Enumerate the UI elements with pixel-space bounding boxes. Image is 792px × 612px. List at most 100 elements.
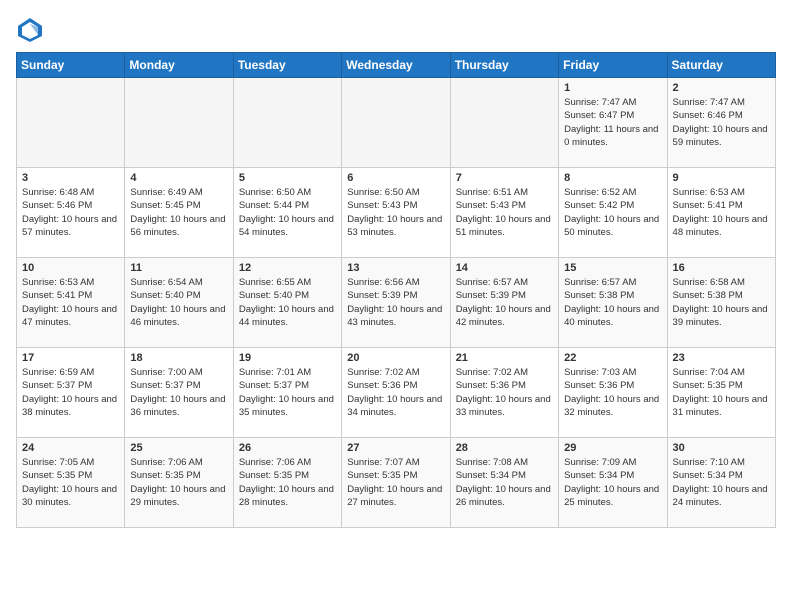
day-number: 28 — [456, 442, 553, 454]
day-number: 5 — [239, 172, 336, 184]
weekday-header-wednesday: Wednesday — [342, 53, 450, 78]
day-cell: 28Sunrise: 7:08 AM Sunset: 5:34 PM Dayli… — [450, 438, 558, 528]
day-info: Sunrise: 7:02 AM Sunset: 5:36 PM Dayligh… — [347, 366, 444, 419]
weekday-header-sunday: Sunday — [17, 53, 125, 78]
day-number: 25 — [130, 442, 227, 454]
day-cell: 20 Sunrise: 7:02 AM Sunset: 5:36 PM Dayli… — [342, 348, 450, 438]
day-info: Sunrise: 6:57 AM Sunset: 5:38 PM Dayligh… — [564, 276, 661, 329]
day-cell — [342, 78, 450, 168]
day-cell: 12Sunrise: 6:55 AM Sunset: 5:40 PM Dayli… — [233, 258, 341, 348]
day-info: Sunrise: 7:07 AM Sunset: 5:35 PM Dayligh… — [347, 456, 444, 509]
day-number: 4 — [130, 172, 227, 184]
day-number: 13 — [347, 262, 444, 274]
day-number: 6 — [347, 172, 444, 184]
weekday-header-friday: Friday — [559, 53, 667, 78]
day-info: Sunrise: 6:48 AM Sunset: 5:46 PM Dayligh… — [22, 186, 119, 239]
day-cell: 3 Sunrise: 6:48 AM Sunset: 5:46 PM Daylig… — [17, 168, 125, 258]
day-number: 10 — [22, 262, 119, 274]
day-cell: 19 Sunrise: 7:01 AM Sunset: 5:37 PM Dayli… — [233, 348, 341, 438]
day-cell — [17, 78, 125, 168]
week-row-4: 17 Sunrise: 6:59 AM Sunset: 5:37 PM Dayli… — [17, 348, 776, 438]
page-header — [16, 16, 776, 44]
logo-icon — [16, 16, 44, 44]
day-number: 24 — [22, 442, 119, 454]
day-info: Sunrise: 6:54 AM Sunset: 5:40 PM Dayligh… — [130, 276, 227, 329]
day-info: Sunrise: 7:02 AM Sunset: 5:36 PM Dayligh… — [456, 366, 553, 419]
day-number: 22 — [564, 352, 661, 364]
day-info: Sunrise: 6:56 AM Sunset: 5:39 PM Dayligh… — [347, 276, 444, 329]
day-cell: 15 Sunrise: 6:57 AM Sunset: 5:38 PM Dayli… — [559, 258, 667, 348]
day-number: 7 — [456, 172, 553, 184]
day-info: Sunrise: 7:47 AM Sunset: 6:47 PM Dayligh… — [564, 96, 661, 149]
day-info: Sunrise: 6:51 AM Sunset: 5:43 PM Dayligh… — [456, 186, 553, 239]
day-number: 14 — [456, 262, 553, 274]
weekday-header-saturday: Saturday — [667, 53, 775, 78]
day-info: Sunrise: 7:05 AM Sunset: 5:35 PM Dayligh… — [22, 456, 119, 509]
day-info: Sunrise: 7:06 AM Sunset: 5:35 PM Dayligh… — [239, 456, 336, 509]
day-number: 3 — [22, 172, 119, 184]
day-number: 18 — [130, 352, 227, 364]
day-cell: 9Sunrise: 6:53 AM Sunset: 5:41 PM Daylig… — [667, 168, 775, 258]
day-info: Sunrise: 6:53 AM Sunset: 5:41 PM Dayligh… — [673, 186, 770, 239]
day-info: Sunrise: 6:58 AM Sunset: 5:38 PM Dayligh… — [673, 276, 770, 329]
day-info: Sunrise: 6:53 AM Sunset: 5:41 PM Dayligh… — [22, 276, 119, 329]
week-row-2: 3 Sunrise: 6:48 AM Sunset: 5:46 PM Daylig… — [17, 168, 776, 258]
day-cell — [450, 78, 558, 168]
day-cell: 1 Sunrise: 7:47 AM Sunset: 6:47 PM Daylig… — [559, 78, 667, 168]
day-info: Sunrise: 6:52 AM Sunset: 5:42 PM Dayligh… — [564, 186, 661, 239]
day-info: Sunrise: 7:47 AM Sunset: 6:46 PM Dayligh… — [673, 96, 770, 149]
day-info: Sunrise: 7:09 AM Sunset: 5:34 PM Dayligh… — [564, 456, 661, 509]
day-number: 21 — [456, 352, 553, 364]
day-cell: 25 Sunrise: 7:06 AM Sunset: 5:35 PM Dayli… — [125, 438, 233, 528]
week-row-1: 1 Sunrise: 7:47 AM Sunset: 6:47 PM Daylig… — [17, 78, 776, 168]
day-number: 2 — [673, 82, 770, 94]
day-cell: 6Sunrise: 6:50 AM Sunset: 5:43 PM Daylig… — [342, 168, 450, 258]
day-cell: 10 Sunrise: 6:53 AM Sunset: 5:41 PM Dayli… — [17, 258, 125, 348]
weekday-header-thursday: Thursday — [450, 53, 558, 78]
day-number: 8 — [564, 172, 661, 184]
day-number: 15 — [564, 262, 661, 274]
week-row-5: 24 Sunrise: 7:05 AM Sunset: 5:35 PM Dayli… — [17, 438, 776, 528]
logo — [16, 16, 48, 44]
day-number: 16 — [673, 262, 770, 274]
weekday-header-monday: Monday — [125, 53, 233, 78]
day-cell: 30Sunrise: 7:10 AM Sunset: 5:34 PM Dayli… — [667, 438, 775, 528]
day-cell — [233, 78, 341, 168]
day-cell: 26 Sunrise: 7:06 AM Sunset: 5:35 PM Dayli… — [233, 438, 341, 528]
day-info: Sunrise: 7:06 AM Sunset: 5:35 PM Dayligh… — [130, 456, 227, 509]
day-number: 26 — [239, 442, 336, 454]
day-info: Sunrise: 7:01 AM Sunset: 5:37 PM Dayligh… — [239, 366, 336, 419]
day-info: Sunrise: 6:50 AM Sunset: 5:44 PM Dayligh… — [239, 186, 336, 239]
day-cell — [125, 78, 233, 168]
day-cell: 14 Sunrise: 6:57 AM Sunset: 5:39 PM Dayli… — [450, 258, 558, 348]
day-cell: 18 Sunrise: 7:00 AM Sunset: 5:37 PM Dayli… — [125, 348, 233, 438]
day-cell: 22 Sunrise: 7:03 AM Sunset: 5:36 PM Dayli… — [559, 348, 667, 438]
day-info: Sunrise: 6:55 AM Sunset: 5:40 PM Dayligh… — [239, 276, 336, 329]
day-info: Sunrise: 6:57 AM Sunset: 5:39 PM Dayligh… — [456, 276, 553, 329]
day-number: 11 — [130, 262, 227, 274]
day-number: 19 — [239, 352, 336, 364]
calendar-table: SundayMondayTuesdayWednesdayThursdayFrid… — [16, 52, 776, 528]
day-number: 30 — [673, 442, 770, 454]
day-number: 27 — [347, 442, 444, 454]
day-cell: 29Sunrise: 7:09 AM Sunset: 5:34 PM Dayli… — [559, 438, 667, 528]
day-info: Sunrise: 7:00 AM Sunset: 5:37 PM Dayligh… — [130, 366, 227, 419]
day-info: Sunrise: 6:59 AM Sunset: 5:37 PM Dayligh… — [22, 366, 119, 419]
day-cell: 13 Sunrise: 6:56 AM Sunset: 5:39 PM Dayli… — [342, 258, 450, 348]
day-number: 1 — [564, 82, 661, 94]
day-number: 23 — [673, 352, 770, 364]
day-cell: 24 Sunrise: 7:05 AM Sunset: 5:35 PM Dayli… — [17, 438, 125, 528]
day-cell: 16 Sunrise: 6:58 AM Sunset: 5:38 PM Dayli… — [667, 258, 775, 348]
day-cell: 21 Sunrise: 7:02 AM Sunset: 5:36 PM Dayli… — [450, 348, 558, 438]
day-cell: 2 Sunrise: 7:47 AM Sunset: 6:46 PM Daylig… — [667, 78, 775, 168]
day-cell: 17 Sunrise: 6:59 AM Sunset: 5:37 PM Dayli… — [17, 348, 125, 438]
day-info: Sunrise: 6:49 AM Sunset: 5:45 PM Dayligh… — [130, 186, 227, 239]
day-cell: 5 Sunrise: 6:50 AM Sunset: 5:44 PM Daylig… — [233, 168, 341, 258]
day-cell: 4 Sunrise: 6:49 AM Sunset: 5:45 PM Daylig… — [125, 168, 233, 258]
day-number: 17 — [22, 352, 119, 364]
day-info: Sunrise: 7:03 AM Sunset: 5:36 PM Dayligh… — [564, 366, 661, 419]
week-row-3: 10 Sunrise: 6:53 AM Sunset: 5:41 PM Dayli… — [17, 258, 776, 348]
calendar-body: 1 Sunrise: 7:47 AM Sunset: 6:47 PM Daylig… — [17, 78, 776, 528]
day-number: 20 — [347, 352, 444, 364]
day-cell: 11 Sunrise: 6:54 AM Sunset: 5:40 PM Dayli… — [125, 258, 233, 348]
